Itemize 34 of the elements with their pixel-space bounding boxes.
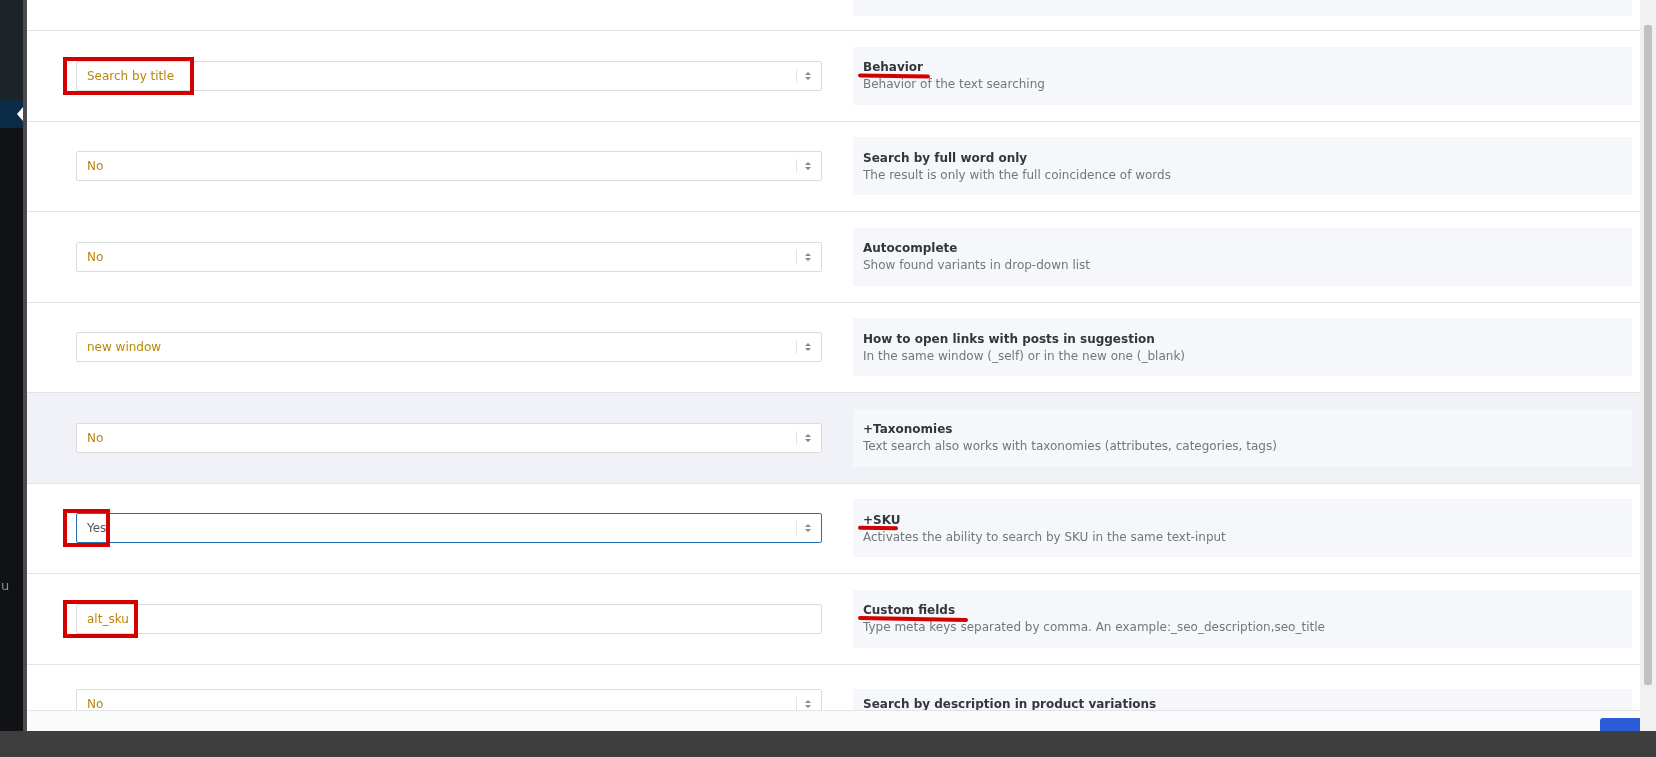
setting-description: Text search also works with taxonomies (attributes, categories, tags): [863, 439, 1278, 454]
setting-title: Search by full word only: [863, 150, 1029, 165]
setting-description: The result is only with the full coincidence of words: [863, 167, 1172, 182]
sort-arrows-icon: [805, 699, 811, 708]
select-field[interactable]: No: [76, 241, 822, 272]
setting-description: Type meta keys separated by comma. An example:_seo_description,seo_title: [863, 620, 1326, 635]
setting-description: In the same window (_self) or in the new one (_blank): [863, 348, 1186, 363]
active-menu-item[interactable]: [0, 100, 23, 128]
setting-title: +SKU: [863, 512, 902, 527]
setting-description: Activates the ability to search by SKU in the same text-input: [863, 529, 1227, 544]
text-field[interactable]: alt_sku: [76, 603, 822, 634]
sort-arrows-icon: [805, 433, 811, 442]
select-field[interactable]: Yes: [76, 513, 822, 544]
sort-arrows-icon: [805, 252, 811, 261]
menu-pointer-icon: [17, 107, 23, 121]
select-field[interactable]: new window: [76, 332, 822, 363]
menu-text: u: [0, 578, 11, 593]
select-field[interactable]: Search by title: [76, 60, 822, 91]
select-field[interactable]: No: [76, 151, 822, 182]
setting-title: +Taxonomies: [863, 422, 954, 437]
setting-title: Search by description in product variations: [863, 696, 1158, 710]
sort-arrows-icon: [805, 162, 811, 171]
setting-title: Autocomplete: [863, 241, 959, 256]
setting-title: How to open links with posts in suggestion: [863, 331, 1156, 346]
setting-title: Behavior: [863, 60, 925, 75]
select-field[interactable]: No: [76, 422, 822, 453]
apply-button[interactable]: [1600, 718, 1640, 731]
setting-title: Custom fields: [863, 603, 957, 618]
select-field[interactable]: No: [76, 688, 822, 710]
sort-arrows-icon: [805, 71, 811, 80]
setting-description: Behavior of the text searching: [863, 77, 1046, 92]
sort-arrows-icon: [805, 524, 811, 533]
setting-description: Show found variants in drop-down list: [863, 258, 1091, 273]
sort-arrows-icon: [805, 343, 811, 352]
